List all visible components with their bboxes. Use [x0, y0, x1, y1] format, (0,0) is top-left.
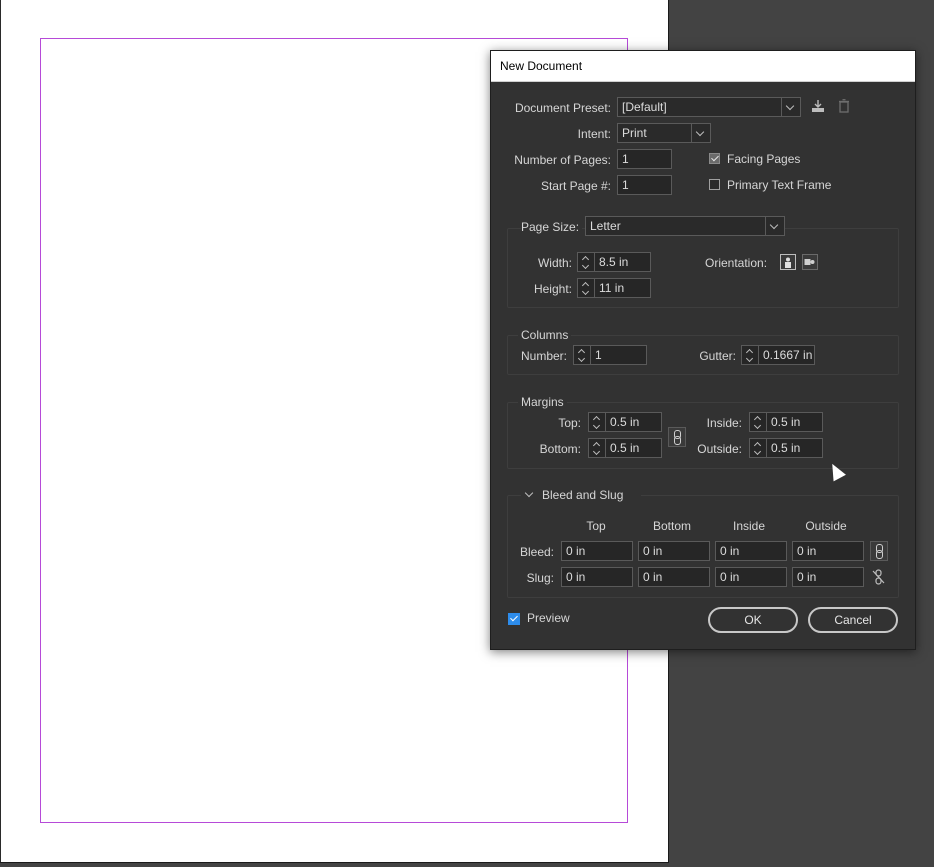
primary-text-frame-checkbox[interactable] [709, 179, 720, 190]
margin-bottom-label: Bottom: [539, 442, 581, 456]
bleed-header-outside: Outside [805, 519, 847, 533]
columns-number-label: Number: [520, 349, 567, 363]
landscape-orientation-icon[interactable] [802, 254, 818, 270]
gutter-label: Gutter: [699, 349, 736, 363]
portrait-orientation-icon[interactable] [780, 254, 796, 270]
margin-bottom-value: 0.5 in [610, 441, 640, 455]
preview-label: Preview [527, 611, 570, 625]
primary-text-frame-label: Primary Text Frame [727, 178, 832, 192]
margins-title: Margins [518, 395, 567, 409]
margin-top-value: 0.5 in [610, 415, 640, 429]
facing-pages-label: Facing Pages [727, 152, 801, 166]
bleed-header-top: Top [586, 519, 606, 533]
bleed-header-bottom: Bottom [652, 519, 691, 533]
stepper-arrows-icon[interactable] [574, 346, 591, 364]
ok-button[interactable]: OK [708, 607, 798, 633]
columns-number-stepper[interactable]: 1 [573, 345, 647, 365]
bleed-header-inside: Inside [732, 519, 766, 533]
columns-title: Columns [518, 328, 572, 342]
gutter-value: 0.1667 in [763, 348, 812, 362]
bleed-bottom-field[interactable]: 0 in [638, 541, 710, 561]
document-preset-dropdown[interactable]: [Default] [617, 97, 801, 117]
height-label: Height: [533, 282, 572, 296]
columns-number-value: 1 [595, 348, 602, 362]
chain-link-icon[interactable] [870, 541, 888, 561]
margin-bottom-stepper[interactable]: 0.5 in [588, 438, 662, 458]
dialog-titlebar[interactable]: New Document [491, 51, 915, 82]
stepper-arrows-icon[interactable] [589, 413, 606, 431]
intent-label: Intent: [577, 127, 611, 141]
margin-top-label: Top: [558, 416, 581, 430]
page-edge [0, 0, 1, 862]
start-page-label: Start Page #: [540, 179, 611, 193]
width-value: 8.5 in [599, 255, 629, 269]
stepper-arrows-icon[interactable] [750, 413, 767, 431]
chevron-down-icon [691, 124, 710, 142]
start-page-field[interactable]: 1 [617, 175, 672, 195]
num-pages-label: Number of Pages: [514, 153, 611, 167]
num-pages-field[interactable]: 1 [617, 149, 672, 169]
bleed-outside-field[interactable]: 0 in [792, 541, 864, 561]
width-stepper[interactable]: 8.5 in [577, 252, 651, 272]
bleed-label: Bleed: [519, 545, 554, 559]
cancel-button[interactable]: Cancel [808, 607, 898, 633]
bleed-top-field[interactable]: 0 in [561, 541, 633, 561]
margin-inside-value: 0.5 in [771, 415, 801, 429]
broken-chain-link-icon[interactable] [870, 567, 888, 587]
bleed-inside-field[interactable]: 0 in [715, 541, 787, 561]
new-document-dialog: New Document Document Preset: [Default] … [490, 50, 916, 650]
stepper-arrows-icon[interactable] [578, 279, 595, 297]
intent-value: Print [622, 126, 647, 140]
dialog-title: New Document [500, 59, 583, 73]
bleed-slug-toggle[interactable]: Bleed and Slug [521, 487, 641, 503]
margin-top-stepper[interactable]: 0.5 in [588, 412, 662, 432]
document-preset-label: Document Preset: [514, 101, 611, 115]
slug-label: Slug: [526, 571, 554, 585]
page-size-dropdown[interactable]: Letter [585, 216, 785, 236]
height-stepper[interactable]: 11 in [577, 278, 651, 298]
stepper-arrows-icon[interactable] [750, 439, 767, 457]
stepper-arrows-icon[interactable] [589, 439, 606, 457]
margin-outside-value: 0.5 in [771, 441, 801, 455]
page-size-label: Page Size: [521, 220, 583, 234]
chevron-down-icon [781, 98, 800, 116]
chevron-down-icon [765, 217, 784, 235]
orientation-label: Orientation: [705, 256, 768, 270]
margin-inside-stepper[interactable]: 0.5 in [749, 412, 823, 432]
gutter-stepper[interactable]: 0.1667 in [741, 345, 815, 365]
page-size-value: Letter [590, 219, 621, 233]
save-preset-icon[interactable] [810, 99, 826, 113]
bleed-slug-title: Bleed and Slug [542, 488, 624, 502]
delete-preset-icon[interactable] [837, 99, 851, 113]
slug-outside-field[interactable]: 0 in [792, 567, 864, 587]
height-value: 11 in [599, 281, 625, 295]
intent-dropdown[interactable]: Print [617, 123, 711, 143]
margin-outside-stepper[interactable]: 0.5 in [749, 438, 823, 458]
margins-group [507, 402, 899, 469]
margin-outside-label: Outside: [697, 442, 742, 456]
facing-pages-checkbox[interactable] [709, 153, 720, 164]
stepper-arrows-icon[interactable] [578, 253, 595, 271]
document-preset-value: [Default] [622, 100, 667, 114]
slug-inside-field[interactable]: 0 in [715, 567, 787, 587]
slug-bottom-field[interactable]: 0 in [638, 567, 710, 587]
width-label: Width: [537, 256, 572, 270]
chevron-down-icon [524, 488, 534, 498]
stepper-arrows-icon[interactable] [742, 346, 759, 364]
margin-inside-label: Inside: [706, 416, 742, 430]
preview-checkbox[interactable] [508, 613, 520, 625]
slug-top-field[interactable]: 0 in [561, 567, 633, 587]
